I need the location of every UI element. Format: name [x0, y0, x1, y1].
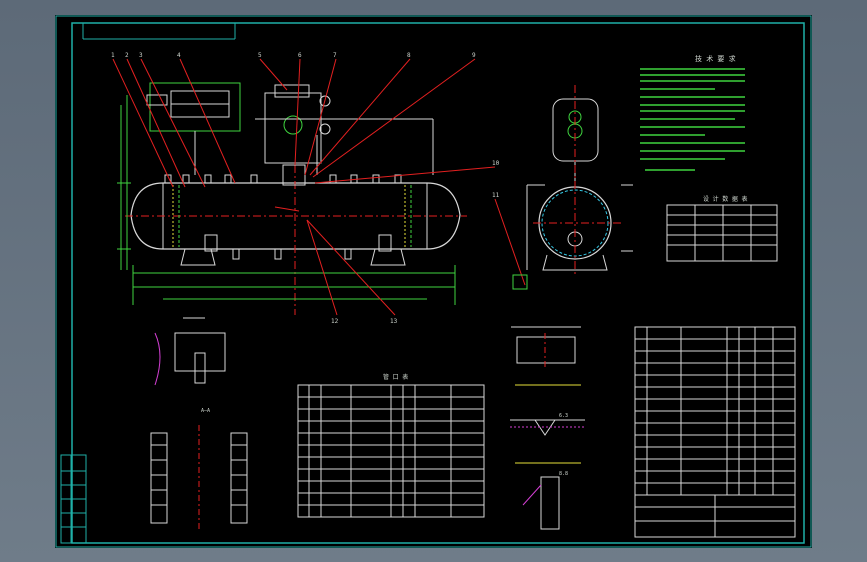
- leader-3: 3: [139, 52, 143, 59]
- leader-11: 11: [492, 192, 500, 199]
- dim-label-1: 6.3: [559, 413, 568, 419]
- detail-views: A—A 6.3 8.8: [150, 317, 585, 530]
- section-label: A—A: [201, 408, 210, 414]
- cad-drawing: 1 2 3 4 5 6 7 8 9 10 11 12 13 技 术 要 求 设 …: [55, 15, 812, 548]
- nozzle-table: 管 口 表: [297, 373, 485, 518]
- main-vessel-view: [117, 82, 467, 315]
- outer-frame: [55, 15, 812, 548]
- leader-7: 7: [333, 52, 337, 59]
- design-data-table: 设 计 数 据 表: [666, 195, 778, 262]
- leader-lines: [112, 58, 526, 316]
- leader-2: 2: [125, 52, 129, 59]
- dim-label-2: 8.8: [559, 471, 568, 477]
- nozzle-table-heading: 管 口 表: [383, 373, 408, 381]
- leader-12: 12: [331, 318, 339, 325]
- parts-list-table: [634, 326, 796, 538]
- leader-4: 4: [177, 52, 181, 59]
- technical-notes: 技 术 要 求: [640, 54, 745, 171]
- leader-9: 9: [472, 52, 476, 59]
- inner-frame: [71, 22, 805, 544]
- leader-8: 8: [407, 52, 411, 59]
- leader-10: 10: [492, 160, 500, 167]
- leader-13: 13: [390, 318, 398, 325]
- side-view: [512, 85, 633, 290]
- leader-1: 1: [111, 52, 115, 59]
- notes-heading: 技 术 要 求: [695, 54, 736, 63]
- leader-5: 5: [258, 52, 262, 59]
- left-title-strip: [60, 454, 87, 544]
- leader-6: 6: [298, 52, 302, 59]
- design-table-heading: 设 计 数 据 表: [703, 195, 747, 203]
- drawing-sheet: 1 2 3 4 5 6 7 8 9 10 11 12 13 技 术 要 求 设 …: [55, 15, 812, 548]
